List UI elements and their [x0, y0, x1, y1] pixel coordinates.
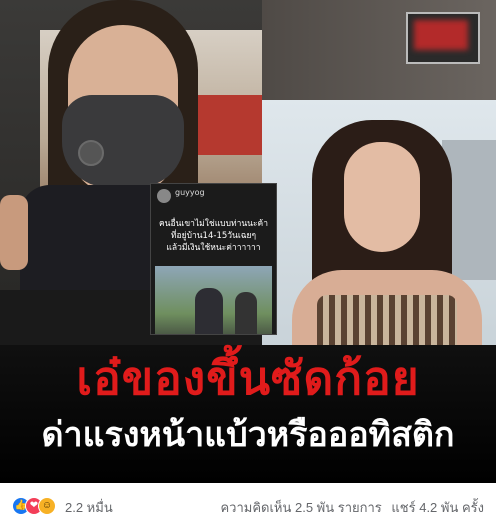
- photo-woman-long-hair: [262, 100, 496, 345]
- story-text: คนอื่นเขาไม่ใช่แบบท่านนะค้า ที่อยู่บ้าน1…: [159, 219, 268, 253]
- post-image[interactable]: guyyog คนอื่นเขาไม่ใช่แบบท่านนะค้า ที่อย…: [0, 0, 496, 483]
- story-screenshot: guyyog คนอื่นเขาไม่ใช่แบบท่านนะค้า ที่อย…: [150, 183, 277, 335]
- post-stats: ความคิดเห็น 2.5 พัน รายการ แชร์ 4.2 พัน …: [214, 497, 484, 518]
- reactions-bar: 👍 ❤ ☺ 2.2 หมื่น ความคิดเห็น 2.5 พัน รายก…: [0, 483, 496, 524]
- haha-icon: ☺: [38, 497, 56, 515]
- headline-line-2: ด่าแรงหน้าแบ้วหรือออทิสติก: [41, 415, 455, 455]
- comments-count-link[interactable]: ความคิดเห็น 2.5 พัน รายการ: [220, 500, 381, 515]
- reaction-count[interactable]: 2.2 หมื่น: [65, 497, 113, 518]
- story-username: guyyog: [175, 188, 205, 197]
- story-photo: [155, 266, 272, 334]
- facebook-post: guyyog คนอื่นเขาไม่ใช่แบบท่านนะค้า ที่อย…: [0, 0, 496, 524]
- shares-count-link[interactable]: แชร์ 4.2 พัน ครั้ง: [391, 500, 484, 515]
- avatar: [157, 189, 171, 203]
- face-mask: [62, 95, 184, 187]
- headline-line-1: เอ๋ของขึ้นซัดก้อย: [76, 351, 420, 405]
